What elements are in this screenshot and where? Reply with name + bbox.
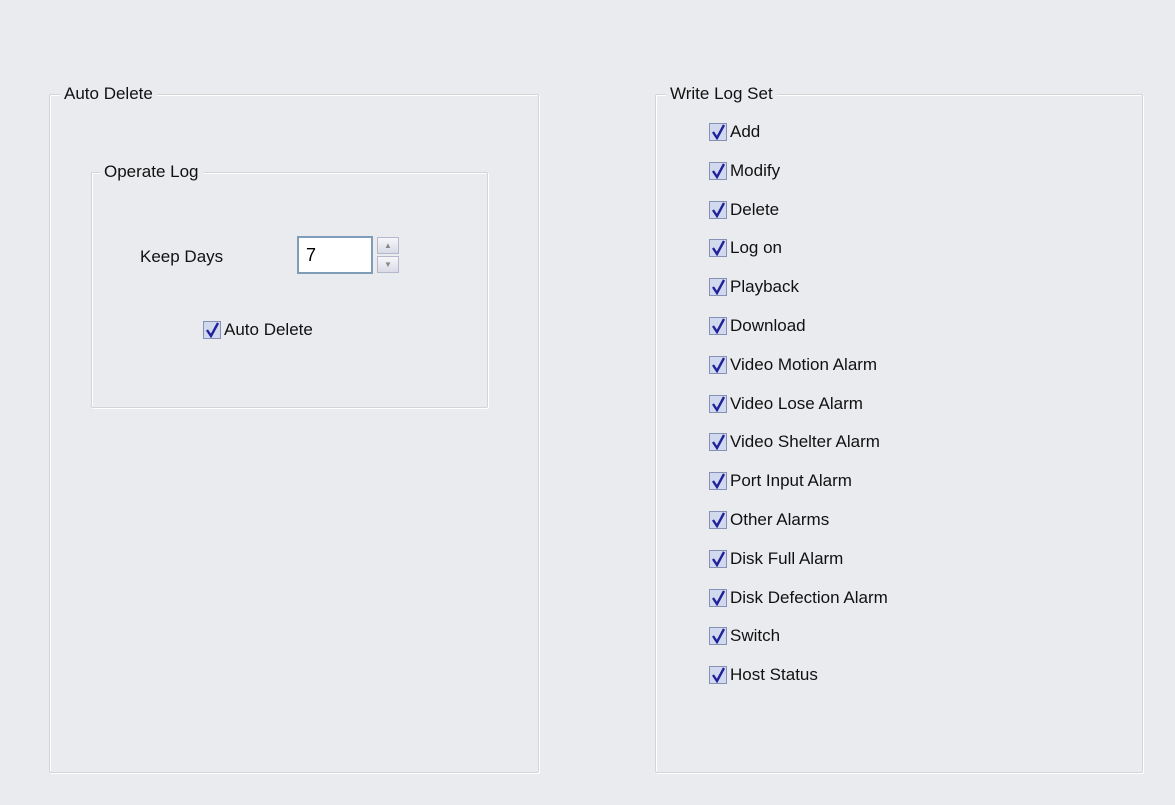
checkmark-icon: [712, 163, 726, 179]
spin-down-button[interactable]: ▼: [377, 256, 399, 273]
spin-up-button[interactable]: ▲: [377, 237, 399, 254]
checkbox[interactable]: [709, 549, 727, 568]
checkbox[interactable]: [709, 666, 727, 685]
checkbox-label: Disk Defection Alarm: [730, 587, 888, 607]
checkbox[interactable]: [709, 588, 727, 607]
triangle-down-icon: ▼: [384, 260, 392, 269]
log-item-playback[interactable]: Playback: [709, 276, 888, 298]
checkbox-label: Video Shelter Alarm: [730, 432, 880, 452]
checkmark-icon: [712, 202, 726, 218]
checkbox[interactable]: [709, 394, 727, 413]
auto-delete-checkbox-row[interactable]: Auto Delete: [203, 319, 313, 341]
checkbox[interactable]: [709, 239, 727, 258]
auto-delete-checkbox[interactable]: [203, 321, 221, 339]
checkbox[interactable]: [709, 627, 727, 646]
checkbox[interactable]: [709, 316, 727, 335]
keep-days-spinner: ▲ ▼: [297, 236, 401, 274]
log-item-video-lose-alarm[interactable]: Video Lose Alarm: [709, 393, 888, 415]
checkmark-icon: [712, 667, 726, 684]
checkbox[interactable]: [709, 200, 727, 219]
checkbox-label: Modify: [730, 160, 781, 180]
checkbox-label: Video Motion Alarm: [730, 354, 878, 374]
log-item-delete[interactable]: Delete: [709, 199, 888, 221]
log-item-switch[interactable]: Switch: [709, 625, 888, 647]
write-log-set-title: Write Log Set: [666, 83, 777, 105]
checkmark-icon: [712, 396, 726, 412]
checkbox[interactable]: [709, 355, 727, 374]
log-item-add[interactable]: Add: [709, 121, 888, 143]
checkbox-label: Delete: [730, 199, 780, 219]
keep-days-input[interactable]: [297, 236, 373, 274]
log-item-host-status[interactable]: Host Status: [709, 664, 888, 686]
checkbox-label: Host Status: [730, 665, 818, 685]
log-item-video-motion-alarm[interactable]: Video Motion Alarm: [709, 354, 888, 376]
checkbox-label: Log on: [730, 238, 782, 258]
checkbox-label: Other Alarms: [730, 509, 830, 529]
checkbox-label: Download: [730, 315, 806, 335]
checkmark-icon: [206, 322, 220, 338]
checkmark-icon: [712, 512, 726, 528]
checkmark-icon: [712, 551, 726, 567]
keep-days-label: Keep Days: [140, 247, 224, 266]
checkmark-icon: [712, 473, 726, 490]
checkbox[interactable]: [709, 123, 727, 141]
checkmark-icon: [712, 124, 726, 140]
auto-delete-checkbox-label: Auto Delete: [224, 320, 313, 339]
checkmark-icon: [712, 434, 726, 451]
operate-log-group-title: Operate Log: [100, 161, 203, 183]
checkmark-icon: [712, 240, 726, 257]
checkbox[interactable]: [709, 278, 727, 297]
checkmark-icon: [712, 589, 726, 606]
triangle-up-icon: ▲: [384, 241, 392, 250]
log-item-port-input-alarm[interactable]: Port Input Alarm: [709, 470, 888, 492]
checkbox[interactable]: [709, 433, 727, 452]
checkmark-icon: [712, 628, 726, 645]
log-item-download[interactable]: Download: [709, 315, 888, 337]
log-item-disk-full-alarm[interactable]: Disk Full Alarm: [709, 548, 888, 570]
checkmark-icon: [712, 357, 726, 373]
checkbox[interactable]: [709, 161, 727, 180]
checkbox[interactable]: [709, 472, 727, 491]
checkmark-icon: [712, 279, 726, 296]
log-item-disk-defection-alarm[interactable]: Disk Defection Alarm: [709, 587, 888, 609]
checkmark-icon: [712, 318, 726, 334]
write-log-checkbox-list: Add Modify Delete Log on Playback Downlo…: [709, 121, 888, 703]
operate-log-group: Operate Log Keep Days ▲ ▼ Auto Delete: [91, 161, 488, 408]
checkbox-label: Port Input Alarm: [730, 471, 852, 491]
checkbox-label: Add: [730, 122, 761, 141]
auto-delete-group: Auto Delete Operate Log Keep Days ▲ ▼ Au…: [49, 83, 539, 773]
log-item-modify[interactable]: Modify: [709, 160, 888, 182]
checkbox-label: Video Lose Alarm: [730, 393, 863, 413]
checkbox-label: Switch: [730, 626, 781, 646]
checkbox[interactable]: [709, 510, 727, 529]
checkbox-label: Disk Full Alarm: [730, 548, 844, 568]
auto-delete-group-title: Auto Delete: [60, 83, 157, 105]
log-item-log-on[interactable]: Log on: [709, 237, 888, 259]
log-item-other-alarms[interactable]: Other Alarms: [709, 509, 888, 531]
checkbox-label: Playback: [730, 277, 799, 297]
log-item-video-shelter-alarm[interactable]: Video Shelter Alarm: [709, 431, 888, 453]
write-log-set-group: Write Log Set Add Modify Delete Log on P…: [655, 83, 1143, 773]
